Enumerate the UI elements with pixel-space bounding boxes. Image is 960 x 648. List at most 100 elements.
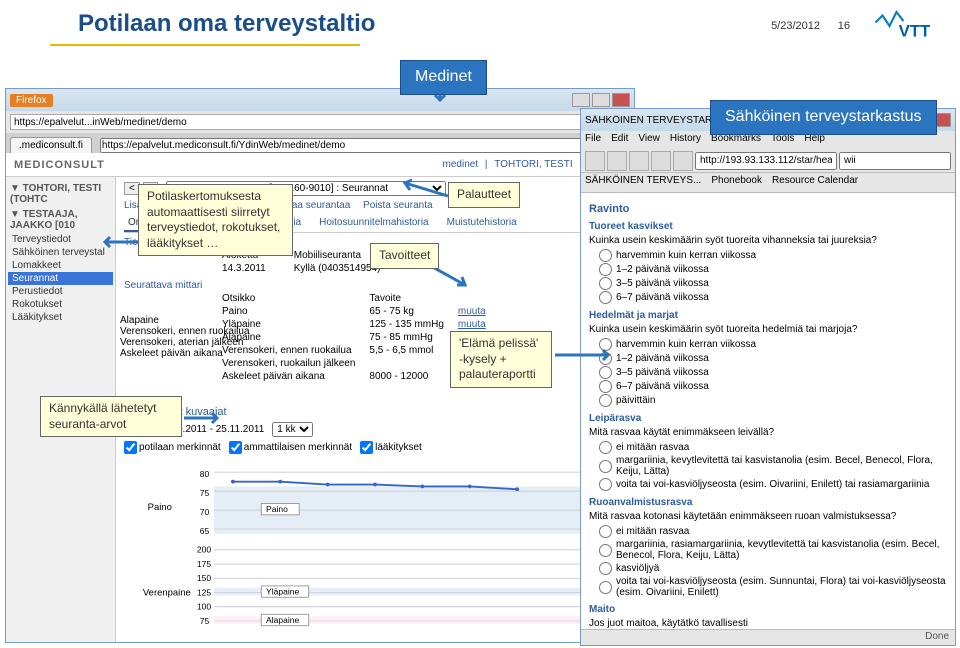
arrow-elama — [555, 345, 615, 365]
svg-text:150: 150 — [197, 573, 211, 583]
menu-help[interactable]: Help — [804, 133, 825, 147]
menu-tools[interactable]: Tools — [771, 133, 794, 147]
maximize-button[interactable] — [592, 93, 610, 107]
star-content[interactable]: Ravinto Tuoreet kasvikset Kuinka usein k… — [581, 193, 955, 629]
radio-option[interactable]: margariinia, kevytlevitettä tai kasvista… — [599, 455, 947, 477]
back-button[interactable] — [585, 151, 605, 171]
bookmark-item[interactable]: SÄHKÖINEN TERVEYS... — [585, 175, 701, 190]
subtab[interactable]: Muistutehistoria — [443, 215, 521, 232]
callout-star: Sähköinen terveystarkastus — [710, 100, 937, 135]
arrow-ehr — [100, 232, 140, 252]
radio-option[interactable]: 1–2 päivänä viikossa — [599, 263, 947, 276]
url-input[interactable] — [695, 152, 837, 170]
sidebar-item[interactable]: Sähköinen terveystal — [8, 246, 113, 259]
q-ruokarasva: Mitä rasvaa kotonasi käytetään enimmäkse… — [589, 511, 947, 522]
svg-text:125: 125 — [197, 587, 211, 597]
mediconsult-header: MEDICONSULT medinet | TOHTORI, TESTI Lop… — [6, 153, 634, 177]
sidebar-item[interactable]: Lääkitykset — [8, 311, 113, 324]
sidebar-item[interactable]: Rokotukset — [8, 298, 113, 311]
cb-laak[interactable]: lääkitykset — [360, 441, 422, 454]
q-maito: Jos juot maitoa, käytätkö tavallisesti — [589, 618, 947, 629]
bookmark-item[interactable]: Phonebook — [711, 175, 762, 190]
forward-button[interactable] — [607, 151, 627, 171]
slide-title: Potilaan oma terveystaltio — [78, 10, 375, 38]
chart-area: Paino 80 75 70 65 Paino Verenpaine — [124, 458, 626, 638]
q-leiparasva: Mitä rasvaa käytät enimmäkseen leivällä? — [589, 427, 947, 438]
svg-text:175: 175 — [197, 559, 211, 569]
radio-option[interactable]: harvemmin kuin kerran viikossa — [599, 249, 947, 262]
callout-palautteet: Palautteet — [448, 182, 520, 208]
svg-text:Paino: Paino — [266, 504, 288, 514]
search-input[interactable] — [839, 152, 951, 170]
titlebar[interactable]: Firefox — [6, 89, 634, 111]
sidebar-item-seurannat[interactable]: Seurannat — [8, 272, 113, 285]
callout-mobile: Kännykällä lähetetyt seuranta-arvot — [40, 396, 182, 437]
title-underline — [50, 44, 360, 46]
svg-text:Paino: Paino — [148, 502, 172, 513]
reload-button[interactable] — [629, 151, 649, 171]
menu-edit[interactable]: Edit — [611, 133, 628, 147]
vtt-logo: VTT — [872, 8, 942, 44]
radio-option[interactable]: 6–7 päivänä viikossa — [599, 380, 947, 393]
radio-option[interactable]: margariinia, rasiamargariinia, kevytlevi… — [599, 539, 947, 561]
radio-option[interactable]: kasviöljyä — [599, 562, 947, 575]
sidebar-item[interactable]: Terveystiedot — [8, 233, 113, 246]
window-controls — [572, 93, 630, 107]
menu-view[interactable]: View — [638, 133, 660, 147]
arrow-palautteet — [400, 178, 450, 206]
link-muuta[interactable]: muuta — [452, 306, 492, 317]
svg-text:65: 65 — [200, 526, 210, 536]
link-medinet[interactable]: medinet — [443, 159, 479, 170]
radio-option[interactable]: harvemmin kuin kerran viikossa — [599, 338, 947, 351]
radio-option[interactable]: 3–5 päivänä viikossa — [599, 366, 947, 379]
stop-button[interactable] — [651, 151, 671, 171]
browser-tab[interactable]: .mediconsult.fi — [10, 137, 92, 153]
svg-text:75: 75 — [200, 616, 210, 626]
radio-option[interactable]: voita tai voi-kasviöljyseosta (esim. Sun… — [599, 576, 947, 598]
q-hedelmat: Kuinka usein keskimäärin syöt tuoreita h… — [589, 324, 947, 335]
radio-option[interactable]: 6–7 päivänä viikossa — [599, 291, 947, 304]
menu-file[interactable]: File — [585, 133, 601, 147]
q-kasvikset: Kuinka usein keskimäärin syöt tuoreita v… — [589, 235, 947, 246]
radio-option[interactable]: ei mitään rasvaa — [599, 441, 947, 454]
sidebar-item[interactable]: ▼ TESTAAJA, JAAKKO [010 — [8, 207, 113, 233]
radio-option[interactable]: 1–2 päivänä viikossa — [599, 352, 947, 365]
link-user[interactable]: TOHTORI, TESTI — [494, 159, 572, 170]
svg-text:Verenpaine: Verenpaine — [143, 587, 191, 598]
table-row: Paino65 - 75 kgmuuta — [216, 306, 492, 317]
panel-mittari-label: Seurattava mittari — [124, 280, 626, 291]
cb-ammatt[interactable]: ammattilaisen merkinnät — [229, 441, 352, 454]
radio-option[interactable]: 3–5 päivänä viikossa — [599, 277, 947, 290]
slide-number: 16 — [838, 20, 850, 32]
link-muuta[interactable]: muuta — [452, 319, 492, 330]
table-row: Yläpaine125 - 135 mmHgmuuta — [216, 319, 492, 330]
sidebar-item[interactable]: ▼ TOHTORI, TESTI (TOHTC — [8, 181, 113, 207]
menu-bookmarks[interactable]: Bookmarks — [711, 133, 761, 147]
subtab[interactable]: Hoitosuunnitelmahistoria — [315, 215, 433, 232]
bookmarks-bar: SÄHKÖINEN TERVEYS... Phonebook Resource … — [581, 173, 955, 193]
radio-option[interactable]: ei mitään rasvaa — [599, 525, 947, 538]
svg-text:100: 100 — [197, 602, 211, 612]
bookmark-item[interactable]: Resource Calendar — [772, 175, 858, 190]
radio-option[interactable]: päivittäin — [599, 394, 947, 407]
radio-option[interactable]: voita tai voi-kasviöljyseosta (esim. Oiv… — [599, 478, 947, 491]
home-button[interactable] — [673, 151, 693, 171]
firefox-button[interactable]: Firefox — [10, 94, 53, 107]
close-button[interactable] — [612, 93, 630, 107]
svg-text:Yläpaine: Yläpaine — [266, 586, 299, 596]
span-select[interactable]: 1 kk — [272, 422, 313, 437]
url-input-2[interactable] — [100, 138, 630, 153]
callout-tavoitteet: Tavoitteet — [370, 243, 439, 269]
star-toolbar — [581, 149, 955, 173]
minimize-button[interactable] — [572, 93, 590, 107]
sidebar-item[interactable]: Lomakkeet — [8, 259, 113, 272]
url-input[interactable] — [10, 114, 630, 130]
section-ravinto: Ravinto — [589, 203, 947, 215]
svg-text:75: 75 — [200, 488, 210, 498]
svg-text:80: 80 — [200, 469, 210, 479]
callout-elama: 'Elämä pelissä' -kysely + palauteraportt… — [450, 331, 552, 388]
cb-potilaan[interactable]: potilaan merkinnät — [124, 441, 221, 454]
sidebar-item[interactable]: Perustiedot — [8, 285, 113, 298]
svg-text:70: 70 — [200, 507, 210, 517]
menu-history[interactable]: History — [670, 133, 701, 147]
